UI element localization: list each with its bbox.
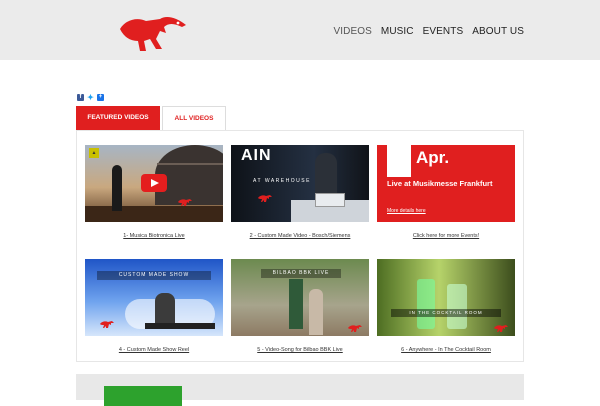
keyboard-shape	[145, 323, 215, 329]
social-share-bar: f ✦ +	[77, 94, 104, 102]
twitter-icon[interactable]: ✦	[87, 94, 94, 102]
video-card-6: IN THE COCKTAIL ROOM 6 - Anywhere - In T…	[377, 259, 515, 353]
nav-events[interactable]: EVENTS	[423, 26, 464, 37]
thumbnail-overlay-text: CUSTOM MADE SHOW	[97, 271, 211, 280]
performer-silhouette	[315, 153, 337, 195]
video-thumbnail-4[interactable]: CUSTOM MADE SHOW	[85, 259, 223, 336]
footer-section	[76, 374, 524, 406]
person-silhouette	[309, 289, 323, 335]
play-button-icon[interactable]	[141, 174, 167, 192]
glass-shape	[417, 279, 435, 329]
footer-image[interactable]	[104, 386, 182, 406]
tab-all-videos[interactable]: ALL VIDEOS	[162, 106, 226, 130]
dinosaur-watermark-icon	[348, 325, 362, 332]
site-header: VIDEOS MUSIC EVENTS ABOUT US	[0, 0, 600, 60]
more-details-link[interactable]: More details here	[387, 208, 426, 214]
video-caption-2[interactable]: 2 - Custom Made Video - Bosch/Siemens	[231, 233, 369, 239]
performer-silhouette	[155, 293, 175, 325]
dinosaur-watermark-icon	[494, 325, 508, 332]
dinosaur-watermark-icon	[100, 321, 114, 328]
corner-badge-icon: ▲	[89, 148, 99, 158]
video-tabs: FEATURED VIDEOS ALL VIDEOS	[76, 106, 226, 130]
facebook-icon[interactable]: f	[77, 94, 84, 101]
video-thumbnail-6[interactable]: IN THE COCKTAIL ROOM	[377, 259, 515, 336]
video-card-1: ▲ 1- Musica Biotronica Live	[85, 145, 223, 239]
plus-share-icon[interactable]: +	[97, 94, 104, 101]
event-text: Live at Musikmesse Frankfurt	[387, 179, 493, 188]
event-box[interactable]: Apr. Live at Musikmesse Frankfurt More d…	[377, 145, 515, 222]
more-events-link[interactable]: Click here for more Events!	[377, 233, 515, 239]
video-caption-6[interactable]: 6 - Anywhere - In The Cocktail Room	[377, 347, 515, 353]
video-caption-4[interactable]: 4 - Custom Made Show Reel	[85, 347, 223, 353]
event-month: Apr.	[416, 148, 450, 167]
video-thumbnail-2[interactable]: AIN AT WAREHOUSE	[231, 145, 369, 222]
main-nav: VIDEOS MUSIC EVENTS ABOUT US	[334, 26, 525, 37]
dome-stripe	[157, 163, 223, 165]
tab-featured-videos[interactable]: FEATURED VIDEOS	[76, 106, 160, 130]
date-block	[387, 145, 411, 177]
dinosaur-watermark-icon	[258, 195, 272, 202]
ground-shape	[85, 206, 223, 222]
thumbnail-overlay-text: BILBAO BBK LIVE	[261, 269, 341, 278]
thumbnail-overlay-text: IN THE COCKTAIL ROOM	[391, 309, 501, 317]
video-caption-1[interactable]: 1- Musica Biotronica Live	[85, 233, 223, 239]
nav-music[interactable]: MUSIC	[381, 26, 414, 37]
dinosaur-logo[interactable]	[116, 11, 188, 53]
thumbnail-title: AIN	[241, 147, 272, 164]
glass-shape	[447, 284, 467, 329]
person-silhouette	[112, 165, 122, 211]
video-thumbnail-5[interactable]: BILBAO BBK LIVE	[231, 259, 369, 336]
video-card-2: AIN AT WAREHOUSE 2 - Custom Made Video -…	[231, 145, 369, 239]
laptop-shape	[315, 193, 345, 207]
video-thumbnail-1[interactable]: ▲	[85, 145, 223, 222]
dinosaur-watermark-icon	[178, 199, 192, 206]
events-card: Apr. Live at Musikmesse Frankfurt More d…	[377, 145, 515, 239]
person-silhouette	[289, 279, 303, 329]
nav-videos[interactable]: VIDEOS	[334, 26, 372, 37]
video-card-4: CUSTOM MADE SHOW 4 - Custom Made Show Re…	[85, 259, 223, 353]
video-caption-5[interactable]: 5 - Video-Song for Bilbao BBK Live	[231, 347, 369, 353]
nav-about-us[interactable]: ABOUT US	[472, 26, 524, 37]
video-card-5: BILBAO BBK LIVE 5 - Video-Song for Bilba…	[231, 259, 369, 353]
thumbnail-subtitle: AT WAREHOUSE	[253, 178, 311, 184]
